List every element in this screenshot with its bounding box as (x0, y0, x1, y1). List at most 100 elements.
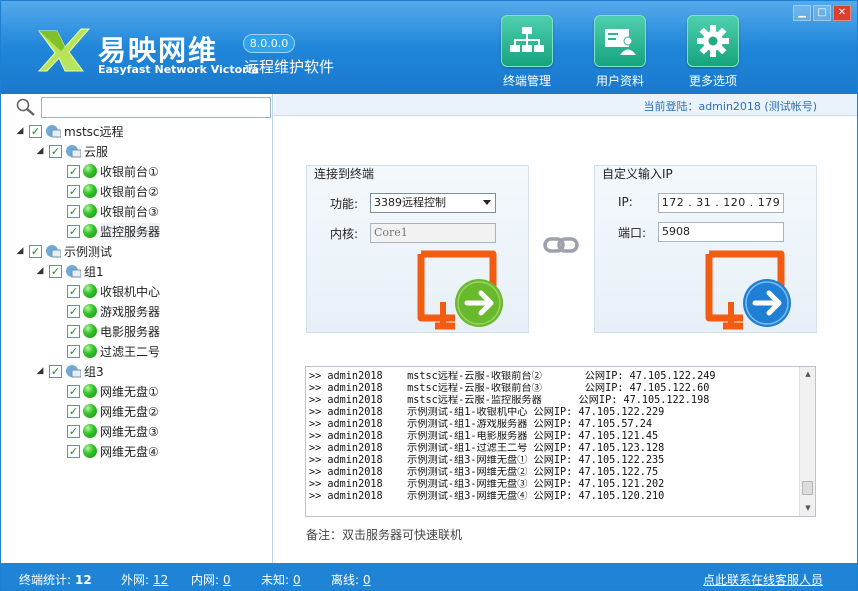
tree-node-host[interactable]: ✓ 网维无盘③ (67, 421, 159, 441)
computer-group-icon (66, 265, 81, 278)
tree-node-host[interactable]: ✓ 过滤王二号 (67, 341, 160, 361)
tree-node-host[interactable]: ✓ 网维无盘② (67, 401, 159, 421)
port-label: 端口: (618, 226, 647, 240)
online-status-icon (83, 344, 97, 358)
tree-node-mstsc[interactable]: ◢ ✓ mstsc远程 (15, 121, 124, 141)
log-line: >> admin2018 示例测试-组3-网维无盘① 公网IP: 47.105.… (309, 455, 665, 466)
nav-user-profile[interactable]: 用户资料 (587, 15, 653, 91)
tree-checkbox[interactable]: ✓ (67, 324, 80, 338)
online-status-icon (83, 224, 97, 238)
custom-ip-box: 自定义输入IP IP: 172 . 31 . 120 . 179 端口: 590… (594, 165, 817, 333)
app-window: 易映网维 Easyfast Network Victoria 8.0.0.0 远… (0, 0, 858, 591)
port-field[interactable]: 5908 (658, 222, 784, 242)
computer-group-icon (66, 365, 81, 378)
collapse-icon[interactable]: ◢ (15, 126, 25, 136)
section-title: 连接到终端 (314, 167, 375, 181)
nav-more-options[interactable]: 更多选项 (680, 15, 746, 91)
tree-checkbox[interactable]: ✓ (49, 144, 62, 158)
connect-ip-button[interactable] (703, 250, 803, 332)
tree-checkbox[interactable]: ✓ (49, 264, 62, 278)
version-badge: 8.0.0.0 (243, 34, 295, 53)
total-count: 终端统计: 12 (19, 573, 92, 587)
tree-checkbox[interactable]: ✓ (49, 364, 62, 378)
core-field: Core1 (370, 223, 496, 243)
search-bar (15, 96, 271, 118)
tree-checkbox[interactable]: ✓ (67, 424, 80, 438)
tree-node-host[interactable]: ✓ 游戏服务器 (67, 301, 160, 321)
tree-checkbox[interactable]: ✓ (67, 304, 80, 318)
tree-checkbox[interactable]: ✓ (29, 124, 42, 138)
nav-terminal-management[interactable]: 终端管理 (494, 15, 560, 91)
minimize-button[interactable]: ▁ (793, 5, 811, 21)
brand-english: Easyfast Network Victoria (98, 63, 259, 76)
log-line: >> admin2018 示例测试-组1-游戏服务器 公网IP: 47.105.… (309, 419, 653, 430)
log-line: >> admin2018 mstsc远程-云服-收银前台③ 公网IP: 47.1… (309, 383, 710, 394)
tree-node-host[interactable]: ✓ 监控服务器 (67, 221, 161, 241)
lan-count[interactable]: 内网: 0 (191, 571, 231, 588)
user-card-icon (594, 15, 646, 67)
tree-node-group[interactable]: ◢ ✓ 云服 (35, 141, 108, 161)
online-support-link[interactable]: 点此联系在线客服人员 (703, 571, 823, 588)
close-button[interactable]: ✕ (833, 5, 851, 21)
maximize-button[interactable]: □ (813, 5, 831, 21)
tree-checkbox[interactable]: ✓ (67, 344, 80, 358)
tree-node-host[interactable]: ✓ 收银前台① (67, 161, 159, 181)
tree-node-host[interactable]: ✓ 网维无盘④ (67, 441, 159, 461)
tree-checkbox[interactable]: ✓ (67, 184, 80, 198)
ip-address-field[interactable]: 172 . 31 . 120 . 179 (658, 193, 784, 213)
log-lines: >> admin2018 mstsc远程-云服-收银前台② 公网IP: 47.1… (309, 371, 796, 503)
tree-node-host[interactable]: ✓ 收银前台③ (67, 201, 159, 221)
tree-node-group[interactable]: ◢ ✓ 组1 (35, 261, 104, 281)
tree-node-group[interactable]: ◢ ✓ 组3 (35, 361, 104, 381)
core-label: 内核: (330, 227, 359, 241)
online-status-icon (83, 404, 97, 418)
connect-terminal-button[interactable] (415, 250, 515, 332)
online-status-icon (83, 444, 97, 458)
tree-checkbox[interactable]: ✓ (67, 284, 80, 298)
collapse-icon[interactable]: ◢ (35, 146, 45, 156)
log-line: >> admin2018 示例测试-组3-网维无盘② 公网IP: 47.105.… (309, 467, 659, 478)
collapse-icon[interactable]: ◢ (35, 266, 45, 276)
scroll-up-icon[interactable]: ▲ (800, 367, 815, 382)
online-status-icon (83, 284, 97, 298)
connection-log[interactable]: >> admin2018 mstsc远程-云服-收银前台② 公网IP: 47.1… (305, 366, 816, 517)
tree-checkbox[interactable]: ✓ (67, 444, 80, 458)
wan-count[interactable]: 外网: 12 (121, 571, 168, 588)
computer-group-icon (46, 245, 61, 258)
search-input[interactable] (41, 97, 271, 118)
nav-label: 终端管理 (502, 74, 551, 88)
tree-node-host[interactable]: ✓ 收银机中心 (67, 281, 160, 301)
nav-label: 用户资料 (595, 74, 644, 88)
search-icon[interactable] (15, 97, 37, 117)
scroll-down-icon[interactable]: ▼ (800, 501, 815, 516)
unknown-count[interactable]: 未知: 0 (261, 571, 301, 588)
function-label: 功能: (330, 197, 359, 211)
offline-count[interactable]: 离线: 0 (331, 571, 371, 588)
online-status-icon (83, 304, 97, 318)
online-status-icon (83, 184, 97, 198)
current-user-label: 当前登陆：admin2018 (测试帐号) (643, 100, 817, 113)
tree-node-host[interactable]: ✓ 收银前台② (67, 181, 159, 201)
tree-node-root[interactable]: ◢ ✓ 示例测试 (15, 241, 112, 261)
tree-checkbox[interactable]: ✓ (67, 224, 80, 238)
tree-node-host[interactable]: ✓ 电影服务器 (67, 321, 160, 341)
collapse-icon[interactable]: ◢ (15, 246, 25, 256)
tree-node-host[interactable]: ✓ 网维无盘① (67, 381, 159, 401)
tree-checkbox[interactable]: ✓ (29, 244, 42, 258)
app-logo (37, 28, 91, 72)
scroll-thumb[interactable] (802, 481, 813, 495)
tree-checkbox[interactable]: ✓ (67, 164, 80, 178)
online-status-icon (83, 204, 97, 218)
log-line: >> admin2018 mstsc远程-云服-收银前台② 公网IP: 47.1… (309, 371, 716, 382)
tree-checkbox[interactable]: ✓ (67, 404, 80, 418)
chevron-down-icon (483, 200, 491, 205)
terminal-tree-panel: ◢ ✓ mstsc远程 ◢ ✓ 云服 ✓ 收银前台① ✓ 收银前台② ✓ 收银前… (1, 94, 273, 563)
collapse-icon[interactable]: ◢ (35, 366, 45, 376)
log-line: >> admin2018 示例测试-组3-网维无盘③ 公网IP: 47.105.… (309, 479, 665, 490)
tree-checkbox[interactable]: ✓ (67, 204, 80, 218)
title-bar: 易映网维 Easyfast Network Victoria 8.0.0.0 远… (1, 1, 857, 94)
function-select[interactable]: 3389远程控制 (370, 193, 496, 213)
online-status-icon (83, 424, 97, 438)
tree-checkbox[interactable]: ✓ (67, 384, 80, 398)
log-scrollbar[interactable]: ▲ ▼ (799, 367, 815, 516)
